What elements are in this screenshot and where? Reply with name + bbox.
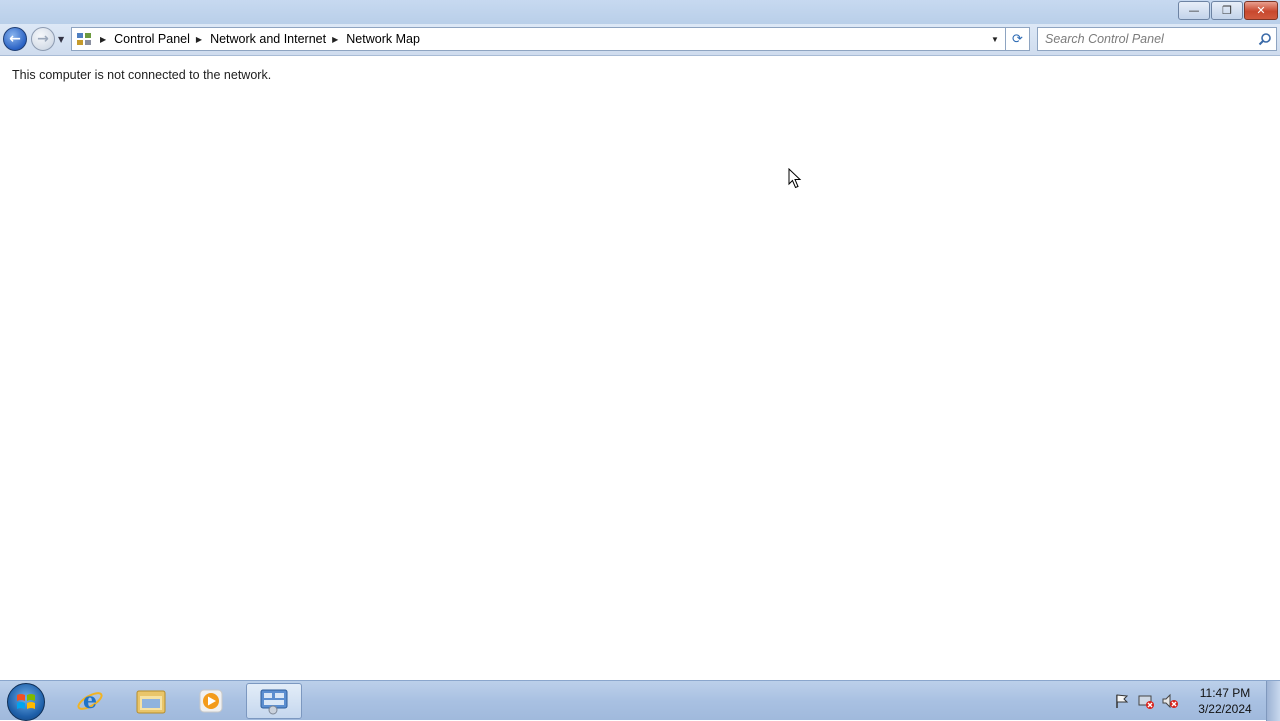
navigation-bar: ← → ▼ ▶ Control Panel ▶ Network and Inte… [0, 24, 1280, 56]
refresh-button[interactable]: ⟳ [1006, 27, 1030, 51]
back-arrow-icon: ← [9, 31, 21, 47]
show-desktop-button[interactable] [1266, 681, 1280, 721]
maximize-button[interactable]: ❐ [1211, 1, 1243, 20]
caption-buttons: — ❐ ✕ [1178, 1, 1278, 20]
recent-pages-dropdown[interactable]: ▼ [58, 35, 64, 44]
forward-arrow-icon: → [37, 31, 49, 47]
close-icon: ✕ [1256, 4, 1266, 17]
media-player-icon [199, 689, 223, 713]
control-panel-icon [260, 689, 288, 715]
taskbar: e 11:47 PM 3/22/2024 [0, 680, 1280, 721]
start-button[interactable] [7, 683, 45, 721]
network-map-window: — ❐ ✕ ← → ▼ ▶ Control Panel ▶ Network an… [0, 0, 1280, 680]
breadcrumb-network-and-internet[interactable]: Network and Internet [210, 32, 326, 46]
breadcrumb-control-panel[interactable]: Control Panel [114, 32, 190, 46]
mouse-cursor-icon [788, 168, 802, 189]
windows-explorer-icon [136, 690, 166, 714]
taskbar-internet-explorer[interactable]: e [62, 683, 118, 719]
system-tray: 11:47 PM 3/22/2024 [1110, 681, 1280, 721]
restore-icon: ❐ [1222, 4, 1232, 17]
windows-logo-icon [17, 694, 35, 709]
network-disconnected-icon[interactable] [1134, 689, 1158, 713]
action-center-flag-icon[interactable] [1110, 689, 1134, 713]
breadcrumb-separator[interactable]: ▶ [100, 35, 106, 44]
search-icon[interactable] [1258, 32, 1272, 46]
address-bar[interactable]: ▶ Control Panel ▶ Network and Internet ▶… [71, 27, 1006, 51]
refresh-icon: ⟳ [1012, 31, 1023, 47]
breadcrumb-network-map[interactable]: Network Map [346, 32, 420, 46]
clock-date: 3/22/2024 [1198, 702, 1252, 716]
clock-time: 11:47 PM [1199, 686, 1251, 700]
connection-status-message: This computer is not connected to the ne… [12, 68, 272, 82]
forward-button[interactable]: → [31, 27, 55, 51]
search-box [1037, 27, 1277, 51]
volume-muted-icon[interactable] [1158, 689, 1182, 713]
taskbar-media-player[interactable] [183, 683, 239, 719]
breadcrumb-separator[interactable]: ▶ [332, 35, 338, 44]
close-button[interactable]: ✕ [1244, 1, 1278, 20]
chevron-down-icon: ▼ [991, 34, 999, 44]
back-button[interactable]: ← [3, 27, 27, 51]
search-input[interactable] [1038, 28, 1250, 50]
breadcrumb-separator[interactable]: ▶ [196, 35, 202, 44]
svg-text:e: e [83, 688, 97, 714]
minimize-button[interactable]: — [1178, 1, 1210, 20]
title-bar[interactable]: — ❐ ✕ [0, 0, 1280, 24]
network-map-content: This computer is not connected to the ne… [0, 57, 1280, 680]
taskbar-control-panel[interactable] [246, 683, 302, 719]
clock[interactable]: 11:47 PM 3/22/2024 [1190, 685, 1260, 717]
control-panel-location-icon [74, 29, 94, 49]
internet-explorer-icon: e [77, 688, 103, 714]
address-dropdown-button[interactable]: ▼ [985, 28, 1005, 50]
taskbar-windows-explorer[interactable] [123, 683, 179, 719]
minimize-icon: — [1188, 4, 1200, 17]
